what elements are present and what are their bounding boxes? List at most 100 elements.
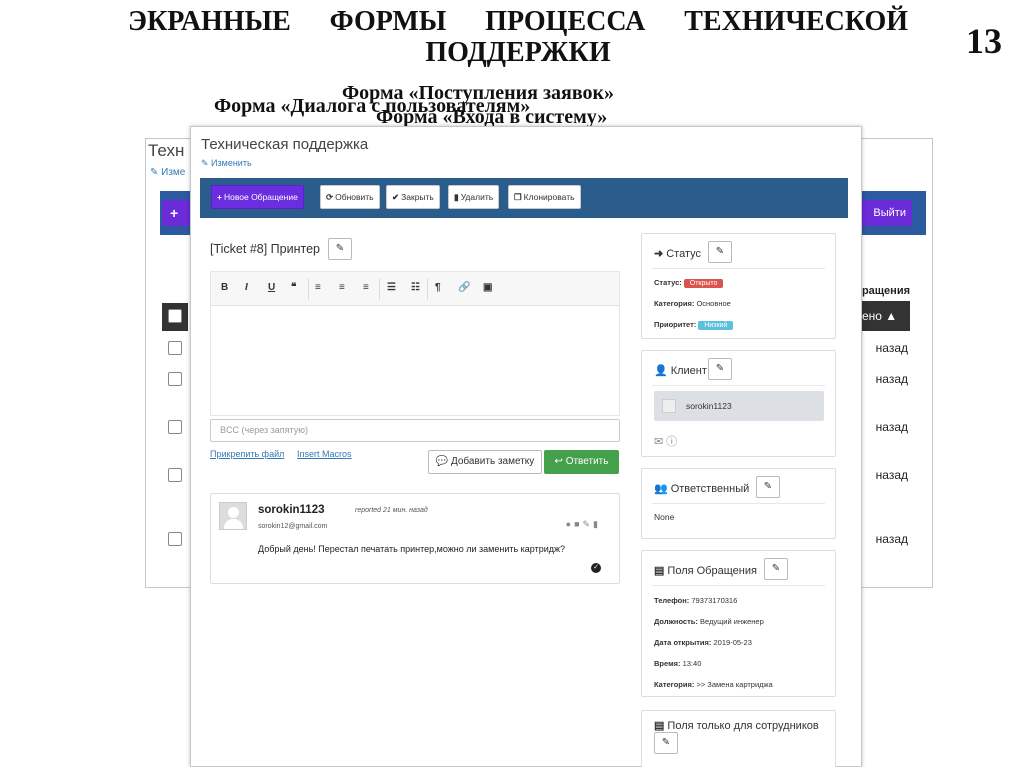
ticket-toolbar: + Новое Обращение ⟳ Обновить ✔ Закрыть ▮ Уда…: [200, 178, 848, 218]
checkbox[interactable]: [168, 372, 182, 386]
bullet-list-icon[interactable]: ☰: [387, 282, 396, 293]
edit-fields-button[interactable]: ✎: [764, 558, 788, 580]
reply-button[interactable]: ↩ Ответить: [544, 450, 619, 474]
bg-new-button[interactable]: +: [162, 200, 190, 226]
ticket-title: [Ticket #8] Принтер: [210, 242, 320, 256]
delete-button[interactable]: ▮ Удалить: [448, 185, 500, 209]
edit-link[interactable]: ✎ Изменить: [201, 158, 252, 169]
list-icon: ▤: [654, 720, 665, 732]
check-circle-icon: ✓: [591, 563, 601, 573]
bg-select-all[interactable]: [162, 303, 188, 331]
message-meta: reported 21 мин. назад: [355, 507, 428, 514]
window-title: Техническая поддержка: [201, 136, 369, 153]
attach-file-link[interactable]: Прикрепить файл: [210, 449, 284, 459]
client-actions: ✉ ⓘ: [654, 433, 677, 449]
reply-icon: ↩: [554, 456, 566, 467]
divider: [652, 585, 825, 586]
category-label: Категория:: [654, 299, 695, 308]
underline-icon[interactable]: U: [268, 282, 275, 293]
users-icon: 👥: [654, 483, 668, 495]
edit-staff-button[interactable]: ✎: [654, 732, 678, 754]
checkbox[interactable]: [168, 309, 182, 323]
checkbox[interactable]: [168, 468, 182, 482]
status-badge: Открыто: [683, 279, 724, 288]
new-ticket-label: Новое Обращение: [223, 192, 298, 202]
refresh-button[interactable]: ⟳ Обновить: [320, 185, 380, 209]
checkbox[interactable]: [168, 532, 182, 546]
phone-row: Телефон: 79373170316: [654, 596, 737, 605]
info-icon[interactable]: ⓘ: [666, 436, 677, 448]
edit-icon: ✎: [771, 563, 781, 574]
fields-title-label: Поля Обращения: [667, 565, 757, 577]
comment-icon: 💬: [435, 456, 451, 467]
avatar: [662, 399, 676, 413]
align-right-icon[interactable]: ≡: [363, 282, 369, 293]
checkbox[interactable]: [168, 420, 182, 434]
edit-status-button[interactable]: ✎: [708, 241, 732, 263]
align-center-icon[interactable]: ≡: [339, 282, 345, 293]
opened-value: 2019-05-23: [713, 638, 752, 647]
ticket-fields-panel: ▤ Поля Обращения ✎ Телефон: 79373170316 Д…: [641, 550, 836, 697]
close-label: Закрыть: [401, 192, 434, 202]
edit-icon: ✎: [763, 481, 773, 492]
reply-editor[interactable]: B I U ❝ ≡ ≡ ≡ ☰ ☷ ¶ 🔗 ▣: [210, 271, 620, 416]
opened-row: Дата открытия: 2019-05-23: [654, 638, 752, 647]
clone-button[interactable]: ❐ Клонировать: [508, 185, 581, 209]
bg-edit-link[interactable]: ✎ Изме: [150, 167, 185, 178]
numbered-list-icon[interactable]: ☷: [411, 282, 420, 293]
quote-icon[interactable]: ❝: [291, 282, 296, 293]
assignee-panel: 👥 Ответственный ✎ None: [641, 468, 836, 539]
arrow-circle-icon: ➜: [654, 248, 664, 260]
close-ticket-button[interactable]: ✔ Закрыть: [386, 185, 440, 209]
reply-label: Ответить: [565, 456, 609, 467]
phone-value: 79373170316: [691, 596, 738, 605]
divider: [652, 385, 825, 386]
add-note-button[interactable]: 💬 Добавить заметку: [428, 450, 542, 474]
new-ticket-button[interactable]: + Новое Обращение: [211, 185, 304, 209]
slide-title-line2: ПОДДЕРЖКИ: [425, 37, 611, 68]
divider: [652, 503, 825, 504]
italic-icon[interactable]: I: [245, 282, 248, 293]
status-title-label: Статус: [666, 248, 701, 260]
row-time: назад: [875, 532, 908, 546]
trash-icon: ▮: [454, 192, 459, 202]
square-icon[interactable]: ■: [574, 519, 582, 529]
row-time: назад: [875, 420, 908, 434]
status-label: Статус:: [654, 278, 682, 287]
edit-assignee-button[interactable]: ✎: [756, 476, 780, 498]
check-icon: ✔: [392, 192, 400, 202]
bold-icon[interactable]: B: [221, 282, 228, 293]
time-row: Время: 13:40: [654, 659, 701, 668]
edit-icon: ✎: [335, 243, 345, 254]
edit-icon: ✎: [715, 363, 725, 374]
edit-title-button[interactable]: ✎: [328, 238, 352, 260]
client-card[interactable]: sorokin1123: [654, 391, 824, 421]
field-category-value: >> Замена картриджа: [696, 680, 773, 689]
link-icon[interactable]: 🔗: [458, 282, 470, 293]
align-left-icon[interactable]: ≡: [315, 282, 321, 293]
refresh-label: Обновить: [335, 192, 374, 202]
slide-title: ЭКРАННЫЕ ФОРМЫ ПРОЦЕССА ТЕХНИЧЕСКОЙ: [128, 6, 908, 37]
image-icon[interactable]: ▣: [483, 282, 492, 293]
paragraph-icon[interactable]: ¶: [435, 282, 441, 293]
edit-icon[interactable]: ✎: [583, 519, 594, 529]
message-author[interactable]: sorokin1123: [258, 504, 324, 516]
bg-window-title: Техн: [148, 141, 185, 160]
envelope-icon[interactable]: ✉: [654, 436, 663, 448]
message-actions: ●■✎▮: [566, 519, 601, 530]
edit-client-button[interactable]: ✎: [708, 358, 732, 380]
trash-icon[interactable]: ▮: [593, 519, 601, 529]
assignee-title-label: Ответственный: [670, 483, 750, 495]
divider: [379, 278, 380, 300]
bg-logout-button[interactable]: Выйти: [856, 200, 912, 226]
bcc-input[interactable]: BCC (через запятую): [210, 419, 620, 442]
divider: [427, 278, 428, 300]
edit-icon: ✎: [661, 737, 671, 748]
avatar: [219, 502, 247, 530]
caption-login-form: Форма «Входа в систему»: [376, 106, 608, 128]
checkbox[interactable]: [168, 341, 182, 355]
row-time: назад: [875, 468, 908, 482]
info-icon[interactable]: ●: [566, 519, 574, 529]
insert-macros-link[interactable]: Insert Macros: [297, 449, 352, 459]
position-row: Должность: Ведущий инженер: [654, 617, 764, 626]
